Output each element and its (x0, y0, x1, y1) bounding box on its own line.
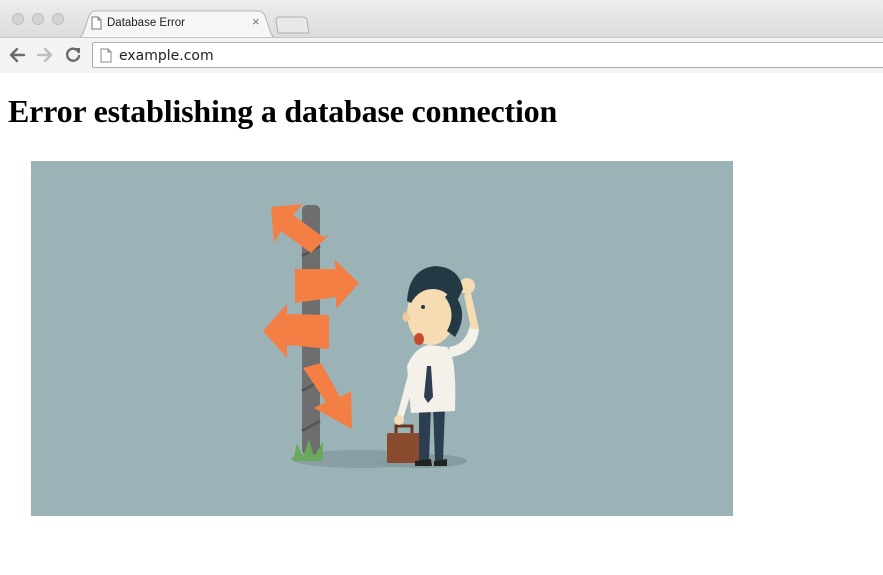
confused-businessman-illustration (31, 161, 733, 516)
tab-close-icon[interactable]: × (252, 15, 260, 29)
tab-database-error[interactable]: Database Error × (78, 10, 277, 38)
toolbar: example.com (0, 37, 883, 73)
tab-strip: Database Error × (0, 0, 883, 38)
reload-icon[interactable] (64, 46, 82, 64)
document-icon (91, 16, 102, 30)
url-text: example.com (119, 48, 214, 64)
forward-arrow-icon[interactable] (36, 46, 54, 64)
tab-title: Database Error (107, 17, 185, 29)
window-maximize-button[interactable] (52, 13, 64, 25)
browser-chrome: Database Error × example.com (0, 0, 883, 73)
window-close-button[interactable] (12, 13, 24, 25)
address-bar[interactable]: example.com (92, 42, 883, 68)
window-minimize-button[interactable] (32, 13, 44, 25)
document-icon (100, 48, 112, 63)
new-tab-button[interactable] (275, 16, 311, 34)
back-arrow-icon[interactable] (8, 46, 26, 64)
page-title: Error establishing a database connection (8, 93, 558, 129)
error-illustration (31, 161, 733, 516)
